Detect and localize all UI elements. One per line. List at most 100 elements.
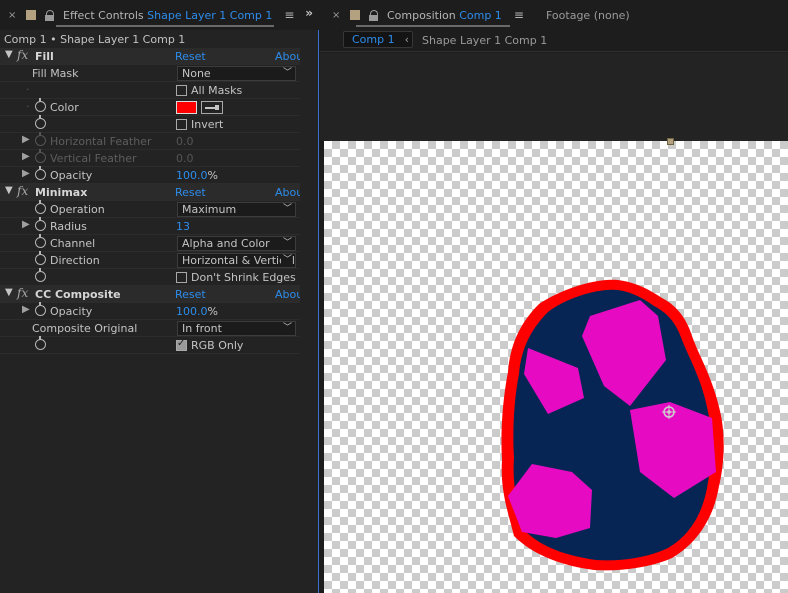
composition-tab[interactable]: Composition Comp 1 xyxy=(387,9,502,22)
comp-button-label: Comp 1 xyxy=(352,33,395,46)
about-link[interactable]: About xyxy=(275,50,300,63)
stopwatch-icon[interactable] xyxy=(35,251,46,265)
stopwatch-icon[interactable] xyxy=(35,268,46,282)
opacity-value[interactable]: 100.0% xyxy=(176,169,218,182)
comp-navigator-button[interactable]: Comp 1 ‹ xyxy=(343,31,413,48)
checkbox-label: RGB Only xyxy=(191,339,244,352)
footage-tab[interactable]: Footage (none) xyxy=(546,9,630,22)
reset-link[interactable]: Reset xyxy=(175,50,206,63)
property-channel: Channel Alpha and Color ﹀ xyxy=(0,234,300,252)
rgb-only-checkbox[interactable] xyxy=(176,338,187,351)
property-label: Fill Mask xyxy=(32,67,79,80)
stopwatch-icon[interactable] xyxy=(35,132,46,146)
lock-icon[interactable] xyxy=(369,9,379,21)
fill-mask-dropdown[interactable]: None ﹀ xyxy=(177,66,296,81)
stopwatch-icon[interactable] xyxy=(35,115,46,129)
panel-menu-icon[interactable]: ≡ xyxy=(514,8,524,22)
property-fill-opacity: ▶ Opacity 100.0% xyxy=(0,166,300,184)
opacity-number: 100.0 xyxy=(176,169,208,182)
label-color-icon xyxy=(26,10,36,20)
horizontal-feather-value[interactable]: 0.0 xyxy=(176,135,194,148)
composite-original-dropdown[interactable]: In front ﹀ xyxy=(177,321,296,336)
stopwatch-icon[interactable] xyxy=(35,166,46,180)
stopwatch-icon[interactable] xyxy=(35,336,46,350)
all-masks-checkbox[interactable] xyxy=(176,85,187,96)
divider-dot: · xyxy=(26,100,30,113)
invert-checkbox[interactable] xyxy=(176,119,187,130)
twirl-right-icon[interactable]: ▶ xyxy=(22,219,30,230)
effect-header-fill[interactable]: ▼ fx Fill Reset About xyxy=(0,48,300,65)
opacity-value[interactable]: 100.0% xyxy=(176,305,218,318)
layer-handle-icon[interactable] xyxy=(667,138,674,145)
chevron-down-icon: ﹀ xyxy=(280,254,292,267)
composition-panel: × Composition Comp 1 ≡ Footage (none) Co… xyxy=(320,0,788,593)
composition-navigator: Comp 1 ‹ Shape Layer 1 Comp 1 xyxy=(320,30,788,52)
overflow-chevron-icon[interactable]: » xyxy=(305,6,313,20)
chevron-left-icon: ‹ xyxy=(404,33,409,46)
property-rgb-only: RGB Only xyxy=(0,336,300,354)
breadcrumb: Comp 1 • Shape Layer 1 Comp 1 xyxy=(4,33,186,46)
twirl-down-icon[interactable]: ▼ xyxy=(5,185,13,196)
composition-canvas[interactable] xyxy=(324,141,788,593)
direction-dropdown[interactable]: Horizontal & Vertical ﹀ xyxy=(177,253,296,268)
property-all-masks: · All Masks xyxy=(0,82,300,99)
twirl-down-icon[interactable]: ▼ xyxy=(5,287,13,298)
close-tab-icon[interactable]: × xyxy=(332,10,344,21)
twirl-down-icon[interactable]: ▼ xyxy=(5,49,13,60)
twirl-right-icon[interactable]: ▶ xyxy=(22,168,30,179)
effect-header-minimax[interactable]: ▼ fx Minimax Reset About xyxy=(0,184,300,201)
fx-toggle-icon[interactable]: fx xyxy=(17,184,28,198)
dont-shrink-checkbox[interactable] xyxy=(176,272,187,283)
tab-layer-name: Shape Layer 1 Comp 1 xyxy=(147,8,273,22)
opacity-unit: % xyxy=(207,169,218,182)
stopwatch-icon[interactable] xyxy=(35,98,46,112)
dropdown-value: Alpha and Color xyxy=(182,237,270,250)
effect-name: Minimax xyxy=(35,186,88,199)
lock-icon[interactable] xyxy=(45,9,55,21)
property-horizontal-feather: ▶ Horizontal Feather 0.0 xyxy=(0,132,300,150)
stopwatch-icon[interactable] xyxy=(35,302,46,316)
panel-menu-icon[interactable]: ≡ xyxy=(284,8,294,22)
nested-comp-path[interactable]: Shape Layer 1 Comp 1 xyxy=(422,34,547,47)
egg-shape-layer[interactable] xyxy=(494,276,734,576)
vertical-feather-value[interactable]: 0.0 xyxy=(176,152,194,165)
about-link[interactable]: About xyxy=(275,288,300,301)
stopwatch-icon[interactable] xyxy=(35,217,46,231)
effect-name: Fill xyxy=(35,50,54,63)
about-link[interactable]: About xyxy=(275,186,300,199)
property-label: Opacity xyxy=(50,169,93,182)
stopwatch-icon[interactable] xyxy=(35,149,46,163)
property-label: Horizontal Feather xyxy=(50,135,152,148)
property-fill-mask: Fill Mask None ﹀ xyxy=(0,65,300,82)
property-label: Channel xyxy=(50,237,96,250)
operation-dropdown[interactable]: Maximum ﹀ xyxy=(177,202,296,217)
property-invert: Invert xyxy=(0,115,300,133)
twirl-right-icon[interactable]: ▶ xyxy=(22,304,30,315)
property-dont-shrink: Don't Shrink Edges xyxy=(0,268,300,286)
twirl-right-icon[interactable]: ▶ xyxy=(22,151,30,162)
property-label: Operation xyxy=(50,203,105,216)
radius-value[interactable]: 13 xyxy=(176,220,190,233)
property-operation: Operation Maximum ﹀ xyxy=(0,200,300,218)
reset-link[interactable]: Reset xyxy=(175,186,206,199)
property-composite-original: Composite Original In front ﹀ xyxy=(0,320,300,337)
divider-dot: · xyxy=(26,83,30,96)
chevron-down-icon: ﹀ xyxy=(280,67,292,80)
property-vertical-feather: ▶ Vertical Feather 0.0 xyxy=(0,149,300,167)
eyedropper-icon[interactable] xyxy=(201,101,223,114)
stopwatch-icon[interactable] xyxy=(35,200,46,214)
checkbox-label: All Masks xyxy=(191,84,243,97)
channel-dropdown[interactable]: Alpha and Color ﹀ xyxy=(177,236,296,251)
active-tab-underline xyxy=(56,25,274,27)
reset-link[interactable]: Reset xyxy=(175,288,206,301)
effect-header-cc-composite[interactable]: ▼ fx CC Composite Reset About xyxy=(0,286,300,303)
color-swatch[interactable] xyxy=(176,101,197,114)
stopwatch-icon[interactable] xyxy=(35,234,46,248)
fx-toggle-icon[interactable]: fx xyxy=(17,286,28,300)
chevron-down-icon: ﹀ xyxy=(280,322,292,335)
twirl-right-icon[interactable]: ▶ xyxy=(22,134,30,145)
property-color: · Color xyxy=(0,98,300,116)
effect-controls-tab[interactable]: Effect Controls Shape Layer 1 Comp 1 xyxy=(63,9,272,22)
fx-toggle-icon[interactable]: fx xyxy=(17,48,28,62)
close-tab-icon[interactable]: × xyxy=(8,10,20,21)
